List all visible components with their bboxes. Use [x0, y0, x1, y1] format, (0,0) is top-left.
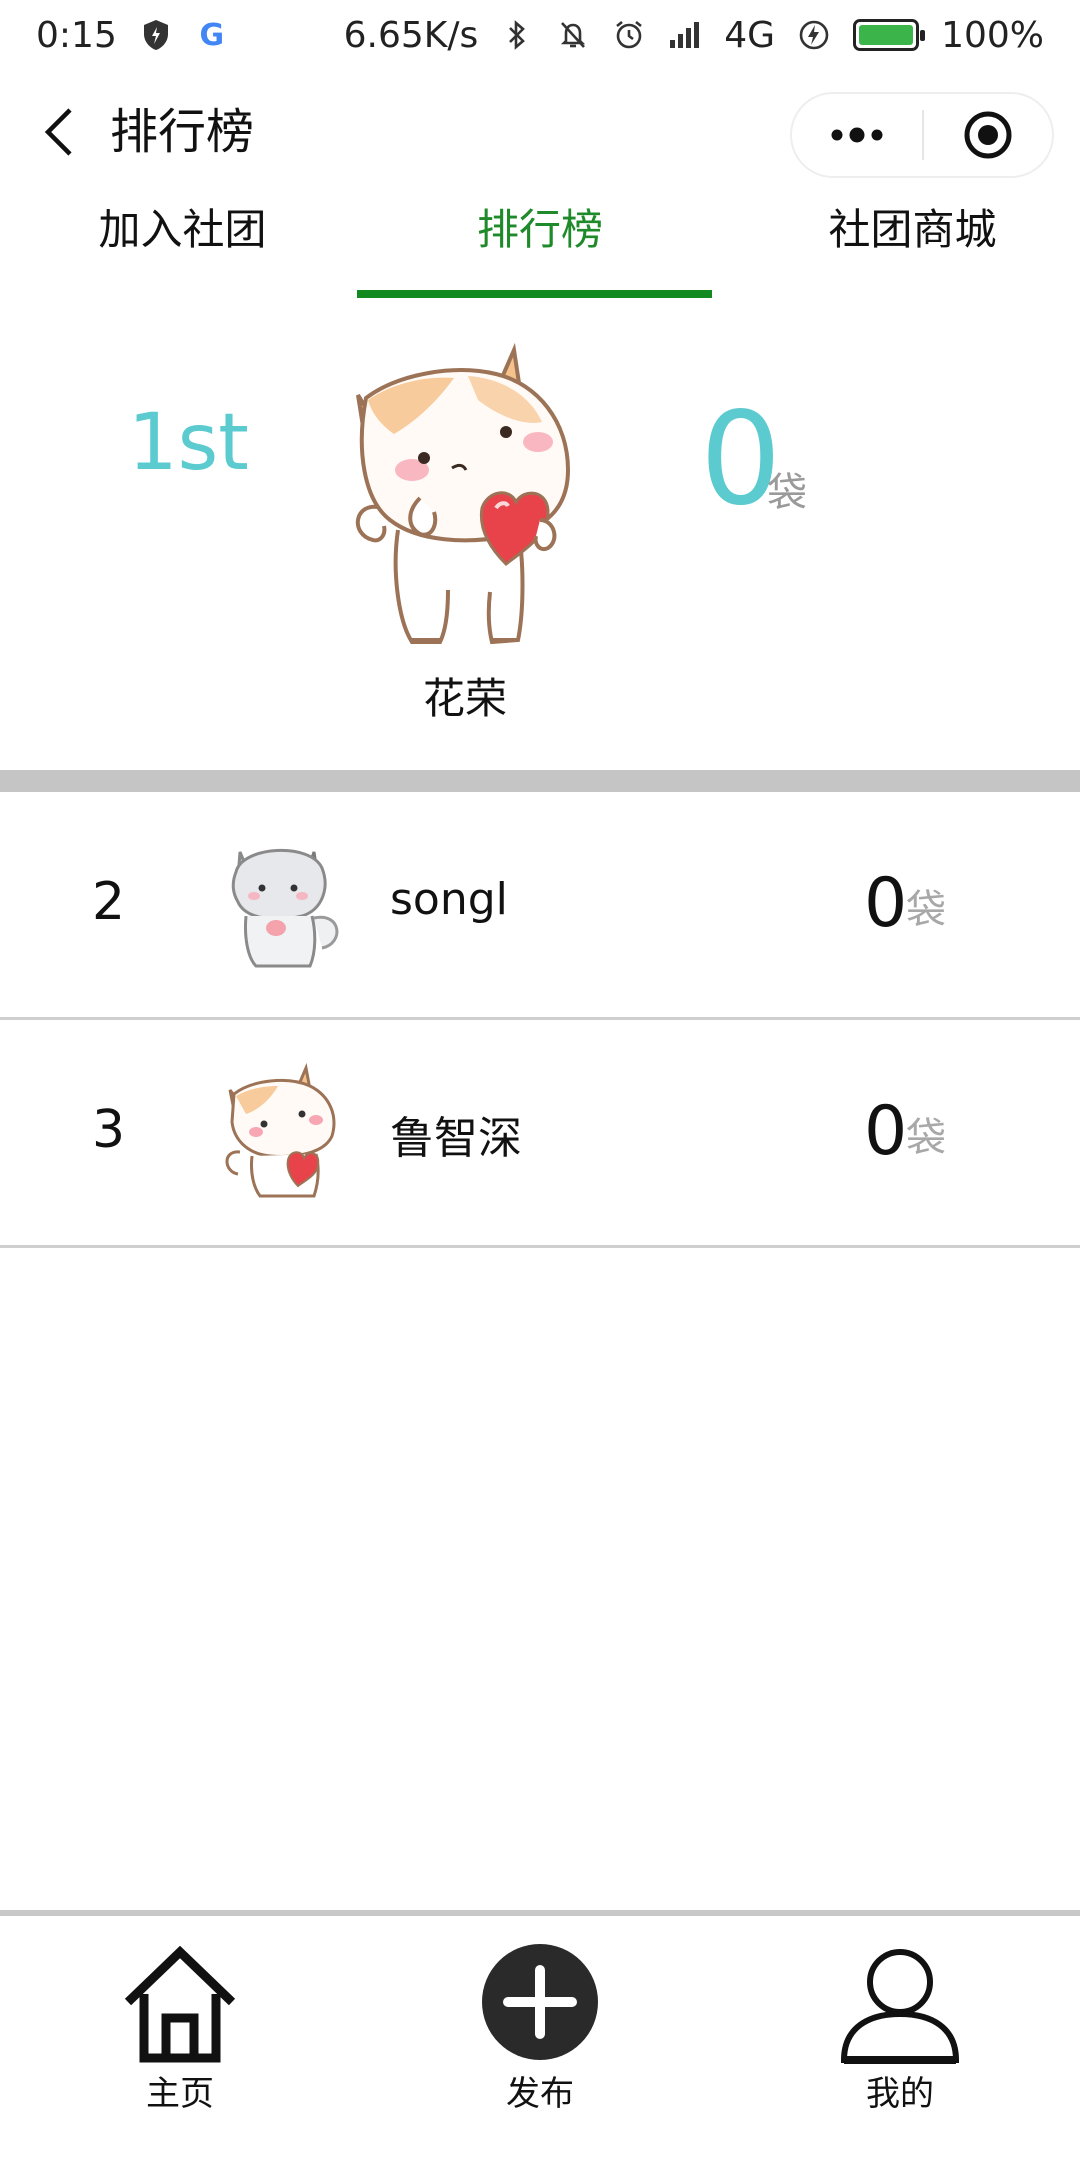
home-icon	[124, 1945, 236, 2063]
charging-icon	[797, 18, 831, 52]
top-rank-card: 1st 花荣 0 袋	[0, 320, 1080, 760]
target-circle-icon	[964, 111, 1012, 159]
more-button[interactable]	[792, 92, 922, 178]
shield-icon	[139, 18, 173, 52]
back-button[interactable]	[30, 102, 90, 162]
battery-icon	[853, 19, 926, 51]
close-program-button[interactable]	[924, 92, 1052, 178]
top-user-avatar[interactable]	[328, 330, 600, 660]
tab-join-club[interactable]: 加入社团	[60, 190, 305, 270]
plus-circle-icon	[482, 1944, 598, 2060]
row-rank: 3	[92, 1100, 126, 1160]
network-type: 4G	[724, 14, 776, 56]
mini-program-capsule	[790, 92, 1054, 178]
more-dots-icon	[831, 127, 883, 143]
row-score: 0	[864, 864, 908, 943]
row-username: 鲁智深	[390, 1113, 522, 1164]
status-time: 0:15	[36, 14, 117, 56]
battery-level: 100%	[941, 14, 1044, 56]
tab-bar: 加入社团 排行榜 社团商城	[0, 190, 1080, 300]
nav-home[interactable]: 主页	[80, 1916, 280, 2116]
chevron-left-icon	[44, 108, 72, 156]
tab-leaderboard[interactable]: 排行榜	[430, 190, 650, 270]
row-username: songl	[390, 874, 508, 925]
top-rank-label: 1st	[128, 398, 249, 488]
active-tab-indicator	[357, 290, 712, 298]
status-bar: 0:15 G 6.65K/s 4G 100%	[0, 0, 1080, 70]
signal-icon	[668, 18, 702, 52]
nav-profile[interactable]: 我的	[800, 1916, 1000, 2116]
top-user-score-unit: 袋	[767, 470, 807, 516]
google-icon: G	[199, 17, 225, 53]
ranking-row[interactable]: 3 鲁智深 0 袋	[0, 1020, 1080, 1248]
ranking-row[interactable]: 2 songl 0 袋	[0, 792, 1080, 1020]
tab-club-store[interactable]: 社团商城	[790, 190, 1035, 270]
row-score-unit: 袋	[906, 887, 946, 933]
status-right: 6.65K/s 4G 100%	[344, 15, 1044, 56]
row-score: 0	[864, 1092, 908, 1171]
leaderboard-page: 0:15 G 6.65K/s 4G 100% 排行榜 加入社团 排行榜 社团商城…	[0, 0, 1080, 2160]
nav-publish[interactable]: 发布	[440, 1916, 640, 2116]
row-rank: 2	[92, 872, 126, 932]
bottom-nav: 主页 发布 我的	[0, 1910, 1080, 2160]
battery-fill	[859, 25, 914, 45]
bluetooth-icon	[500, 18, 534, 52]
nav-profile-label: 我的	[866, 2074, 934, 2114]
status-left: 0:15 G	[36, 15, 229, 56]
orange-cat-avatar	[225, 1062, 336, 1198]
network-speed: 6.65K/s	[343, 14, 479, 56]
nav-publish-label: 发布	[506, 2074, 574, 2114]
section-divider	[0, 770, 1080, 792]
ranking-list: 2 songl 0 袋 3 鲁智深 0 袋	[0, 792, 1080, 1248]
nav-home-label: 主页	[146, 2074, 214, 2114]
gray-cat-avatar	[231, 849, 339, 968]
top-user-name: 花荣	[422, 674, 507, 723]
row-score-unit: 袋	[906, 1115, 946, 1161]
title-bar: 排行榜	[0, 80, 1080, 190]
mute-bell-icon	[556, 18, 590, 52]
page-title: 排行榜	[110, 104, 255, 160]
user-icon	[840, 1949, 960, 2064]
alarm-icon	[612, 18, 646, 52]
